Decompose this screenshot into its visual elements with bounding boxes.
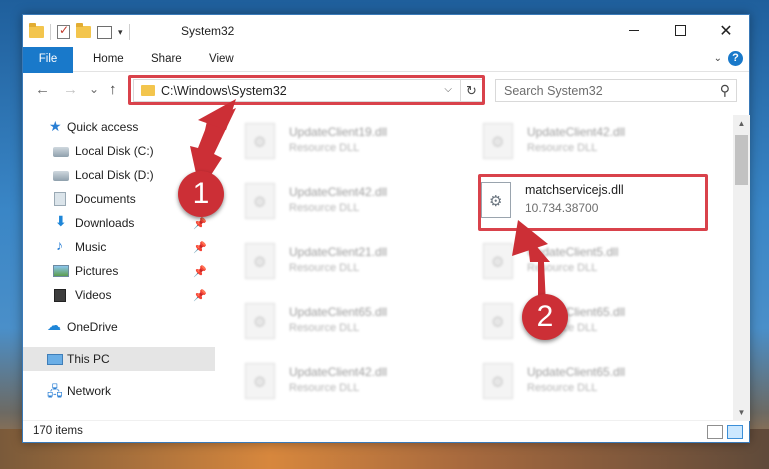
arrow-2 [512,220,550,305]
step-2-badge: 2 [522,294,568,340]
step-1-badge: 1 [178,171,224,217]
annotation-arrows [190,99,550,305]
